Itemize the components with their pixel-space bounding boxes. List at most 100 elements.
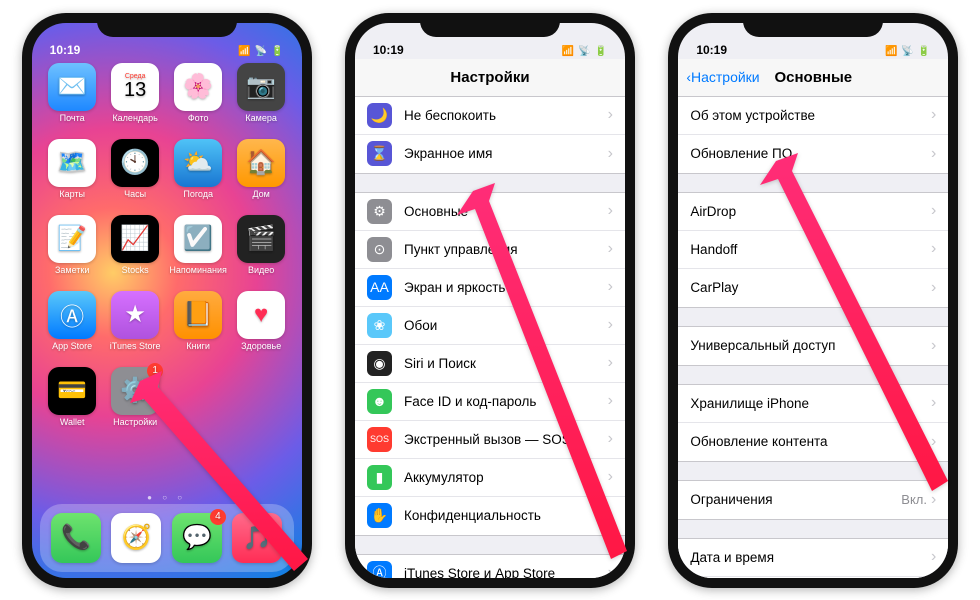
nav-title: Настройки [450, 69, 529, 86]
app-Дом[interactable]: 🏠Дом [231, 139, 292, 211]
settings-row[interactable]: 🌙Не беспокоить› [355, 97, 625, 135]
settings-row[interactable]: ☻Face ID и код-пароль› [355, 383, 625, 421]
badge: 4 [210, 509, 226, 525]
app-iTunes Store[interactable]: ★iTunes Store [105, 291, 166, 363]
app-label: iTunes Store [110, 341, 161, 351]
status-time: 10:19 [50, 43, 81, 57]
settings-row[interactable]: AAЭкран и яркость› [355, 269, 625, 307]
nav-title: Основные [774, 69, 852, 86]
app-icon: 🕙 [111, 139, 159, 187]
app-label: Wallet [60, 417, 85, 427]
dock-music[interactable]: 🎵 [232, 513, 282, 563]
row-icon: Ⓐ [367, 561, 392, 578]
app-Календарь[interactable]: Среда13 Календарь [105, 63, 166, 135]
app-Stocks[interactable]: 📈Stocks [105, 215, 166, 287]
app-Камера[interactable]: 📷Камера [231, 63, 292, 135]
general-row[interactable]: Хранилище iPhone› [678, 385, 948, 423]
row-label: Об этом устройстве [690, 108, 931, 123]
app-Часы[interactable]: 🕙 Часы [105, 139, 166, 211]
app-label: Календарь [112, 113, 157, 123]
chevron-icon: › [608, 507, 613, 525]
app-label: Здоровье [241, 341, 281, 351]
settings-row[interactable]: ✋Конфиденциальность› [355, 497, 625, 535]
app-Заметки[interactable]: 📝Заметки [42, 215, 103, 287]
row-icon: ⌛ [367, 141, 392, 166]
status-time: 10:19 [696, 43, 727, 57]
app-icon: 💳 [48, 367, 96, 415]
app-label: Напоминания [169, 265, 226, 275]
row-icon: ⊙ [367, 237, 392, 262]
notch [97, 13, 237, 37]
app-icon: ⛅ [174, 139, 222, 187]
general-row[interactable]: Handoff› [678, 231, 948, 269]
settings-row[interactable]: ⌛Экранное имя› [355, 135, 625, 173]
settings-row[interactable]: ▮Аккумулятор› [355, 459, 625, 497]
app-icon: Среда13 [111, 63, 159, 111]
phone-general: 10:19 📡 ‹ Настройки Основные Об этом уст… [668, 13, 958, 588]
general-group: Универсальный доступ› [678, 326, 948, 366]
chevron-icon: › [931, 145, 936, 163]
general-row[interactable]: ОграниченияВкл.› [678, 481, 948, 519]
row-icon: 🌙 [367, 103, 392, 128]
phone-settings: 10:19 📡 Настройки 🌙Не беспокоить›⌛Экранн… [345, 13, 635, 588]
app-Карты[interactable]: 🗺️Карты [42, 139, 103, 211]
dock-phone[interactable]: 📞 [51, 513, 101, 563]
app-Книги[interactable]: 📙Книги [168, 291, 229, 363]
general-row[interactable]: Обновление ПО› [678, 135, 948, 173]
settings-row[interactable]: SOSЭкстренный вызов — SOS› [355, 421, 625, 459]
general-row[interactable]: Дата и время› [678, 539, 948, 577]
settings-row[interactable]: ⒶiTunes Store и App Store› [355, 555, 625, 578]
home-screen: 10:19 📡 ✉️ПочтаСреда13 Календарь 🌸Фото📷Кам… [32, 23, 302, 578]
row-label: Универсальный доступ [690, 338, 931, 353]
settings-row[interactable]: ◉Siri и Поиск› [355, 345, 625, 383]
settings-row[interactable]: ⚙Основные› [355, 193, 625, 231]
app-icon: ♥ [237, 291, 285, 339]
app-Настройки[interactable]: ⚙️1Настройки [105, 367, 166, 439]
row-value: Вкл. [901, 492, 927, 507]
app-icon: Ⓐ [48, 291, 96, 339]
general-row[interactable]: AirDrop› [678, 193, 948, 231]
phone-homescreen: 10:19 📡 ✉️ПочтаСреда13 Календарь 🌸Фото📷Кам… [22, 13, 312, 588]
general-group: ОграниченияВкл.› [678, 480, 948, 520]
app-label: Погода [183, 189, 213, 199]
app-grid: ✉️ПочтаСреда13 Календарь 🌸Фото📷Камера 🗺️Кар… [32, 59, 302, 491]
app-Фото[interactable]: 🌸Фото [168, 63, 229, 135]
settings-row[interactable]: ❀Обои› [355, 307, 625, 345]
general-group: AirDrop›Handoff›CarPlay› [678, 192, 948, 308]
app-label: Почта [60, 113, 85, 123]
nav-back-button[interactable]: ‹ Настройки [686, 69, 759, 85]
general-row[interactable]: Об этом устройстве› [678, 97, 948, 135]
app-icon: 📝 [48, 215, 96, 263]
status-icons: 📡 [238, 46, 283, 57]
row-label: CarPlay [690, 280, 931, 295]
row-label: Аккумулятор [404, 470, 608, 485]
app-icon: 📙 [174, 291, 222, 339]
app-Почта[interactable]: ✉️Почта [42, 63, 103, 135]
general-row[interactable]: Обновление контента› [678, 423, 948, 461]
app-label: Камера [245, 113, 276, 123]
dock-safari[interactable]: 🧭 [111, 513, 161, 563]
app-label: Stocks [122, 265, 149, 275]
app-label: Часы [124, 189, 146, 199]
app-Wallet[interactable]: 💳 Wallet [42, 367, 103, 439]
chevron-icon: › [608, 430, 613, 448]
chevron-icon: › [931, 548, 936, 566]
chevron-icon: › [931, 279, 936, 297]
app-label: Карты [59, 189, 85, 199]
app-Погода[interactable]: ⛅ Погода [168, 139, 229, 211]
app-App Store[interactable]: ⒶApp Store [42, 291, 103, 363]
general-row[interactable]: Универсальный доступ› [678, 327, 948, 365]
nav-bar: Настройки [355, 59, 625, 97]
general-row[interactable]: Клавиатура› [678, 577, 948, 578]
app-Видео[interactable]: 🎬Видео [231, 215, 292, 287]
chevron-icon: › [608, 564, 613, 578]
app-icon: 📞 [51, 513, 101, 563]
app-Напоминания[interactable]: ☑️Напоминания [168, 215, 229, 287]
dock-messages[interactable]: 💬4 [172, 513, 222, 563]
app-label: Настройки [113, 417, 157, 427]
app-Здоровье[interactable]: ♥ Здоровье [231, 291, 292, 363]
settings-row[interactable]: ⊙Пункт управления› [355, 231, 625, 269]
general-row[interactable]: CarPlay› [678, 269, 948, 307]
chevron-icon: › [608, 354, 613, 372]
app-label: Фото [188, 113, 209, 123]
